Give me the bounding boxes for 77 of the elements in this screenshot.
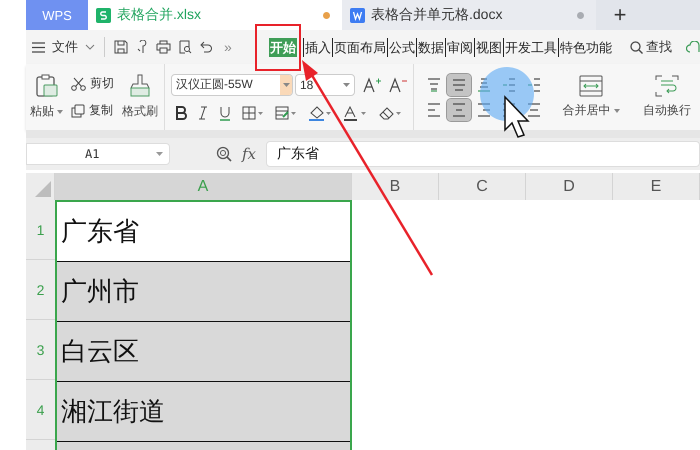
shrink-font-icon[interactable]	[389, 76, 407, 92]
fill-color-icon[interactable]	[308, 106, 332, 120]
column-header[interactable]: B	[352, 173, 439, 200]
eraser-icon[interactable]	[378, 106, 402, 120]
formula-input[interactable]: 广东省	[266, 141, 700, 167]
underline-icon[interactable]	[219, 106, 231, 120]
bold-icon[interactable]	[175, 106, 187, 120]
find-button[interactable]: 查找	[630, 38, 672, 56]
font-size-dropdown[interactable]: 18	[295, 74, 355, 96]
cut-button[interactable]: 剪切	[71, 75, 114, 92]
dropdown-icon	[282, 82, 290, 86]
format-painter-button[interactable]: 格式刷	[122, 74, 158, 120]
dropdown-icon	[614, 108, 620, 112]
print-icon[interactable]	[156, 40, 171, 54]
align-icon	[426, 102, 442, 118]
ribbon-tab[interactable]: 开发工具	[502, 38, 558, 56]
font-name-dropdown[interactable]: 汉仪正圆-55W	[171, 74, 293, 96]
paste-button[interactable]: 粘贴	[30, 74, 63, 120]
search-icon	[630, 40, 643, 54]
file-menu[interactable]: 文件	[52, 38, 78, 56]
dropdown-icon	[156, 152, 163, 156]
wrap-text-icon	[655, 75, 679, 97]
highlight-box	[255, 24, 301, 71]
table-cell: 广州市	[57, 262, 350, 322]
alignment-button[interactable]	[447, 74, 471, 96]
merge-center-button[interactable]: 合并居中	[560, 75, 622, 119]
click-highlight-overlay	[480, 67, 534, 121]
brush-icon	[128, 74, 152, 98]
cloud-icon[interactable]	[686, 41, 700, 53]
grow-font-icon[interactable]	[363, 76, 381, 92]
print-preview-icon[interactable]	[178, 40, 192, 54]
document-icon	[350, 8, 365, 22]
unsaved-dot-icon	[323, 12, 330, 18]
borders-icon[interactable]	[242, 106, 264, 120]
unsaved-dot-icon	[577, 12, 584, 18]
column-header[interactable]: C	[439, 173, 526, 200]
ribbon-tab[interactable]: 页面布局	[332, 38, 387, 56]
ribbon-tab[interactable]: 数据	[416, 38, 445, 56]
cell-style-icon[interactable]	[275, 106, 297, 120]
column-header[interactable]: D	[526, 173, 613, 200]
new-tab-button[interactable]: +	[600, 0, 640, 30]
table-cell: 白云区	[57, 322, 350, 382]
copy-button[interactable]: 复制	[71, 102, 114, 119]
zoom-icon[interactable]	[216, 146, 232, 162]
column-header[interactable]: E	[613, 173, 700, 200]
ribbon-tab[interactable]: 视图	[474, 38, 503, 56]
ribbon-tab[interactable]: 特色功能	[558, 38, 613, 56]
dropdown-icon	[57, 110, 63, 114]
ribbon-tab[interactable]: 公式	[386, 38, 416, 56]
name-box[interactable]: A1	[26, 143, 170, 165]
font-color-icon[interactable]	[343, 106, 367, 120]
align-icon	[451, 102, 467, 118]
italic-icon[interactable]	[198, 106, 208, 120]
function-button[interactable]: fx	[242, 145, 256, 163]
align-icon	[526, 102, 542, 118]
align-icon	[426, 76, 442, 92]
save-icon[interactable]	[114, 40, 128, 54]
ribbon-tab[interactable]: 审阅	[444, 38, 474, 56]
spreadsheet-icon	[96, 8, 111, 22]
table-cell: 湘江街道	[57, 382, 350, 442]
scissors-icon	[71, 76, 86, 90]
merge-cells-icon	[579, 75, 603, 97]
menu-icon[interactable]	[32, 42, 45, 52]
ribbon-tab[interactable]: 插入	[302, 38, 332, 56]
align-icon	[501, 76, 517, 92]
document-tab[interactable]: 表格合并单元格.docx	[342, 0, 596, 30]
copy-icon	[71, 104, 85, 118]
wrap-text-button[interactable]: 自动换行	[636, 75, 698, 119]
align-icon	[451, 76, 467, 92]
alignment-button[interactable]	[447, 98, 471, 120]
align-icon	[526, 76, 542, 92]
align-icon	[476, 102, 492, 118]
clipboard-icon	[34, 74, 58, 98]
dropdown-icon	[343, 82, 350, 86]
chevron-down-icon[interactable]	[85, 44, 95, 50]
undo-icon[interactable]	[199, 40, 213, 54]
align-icon	[476, 76, 492, 92]
